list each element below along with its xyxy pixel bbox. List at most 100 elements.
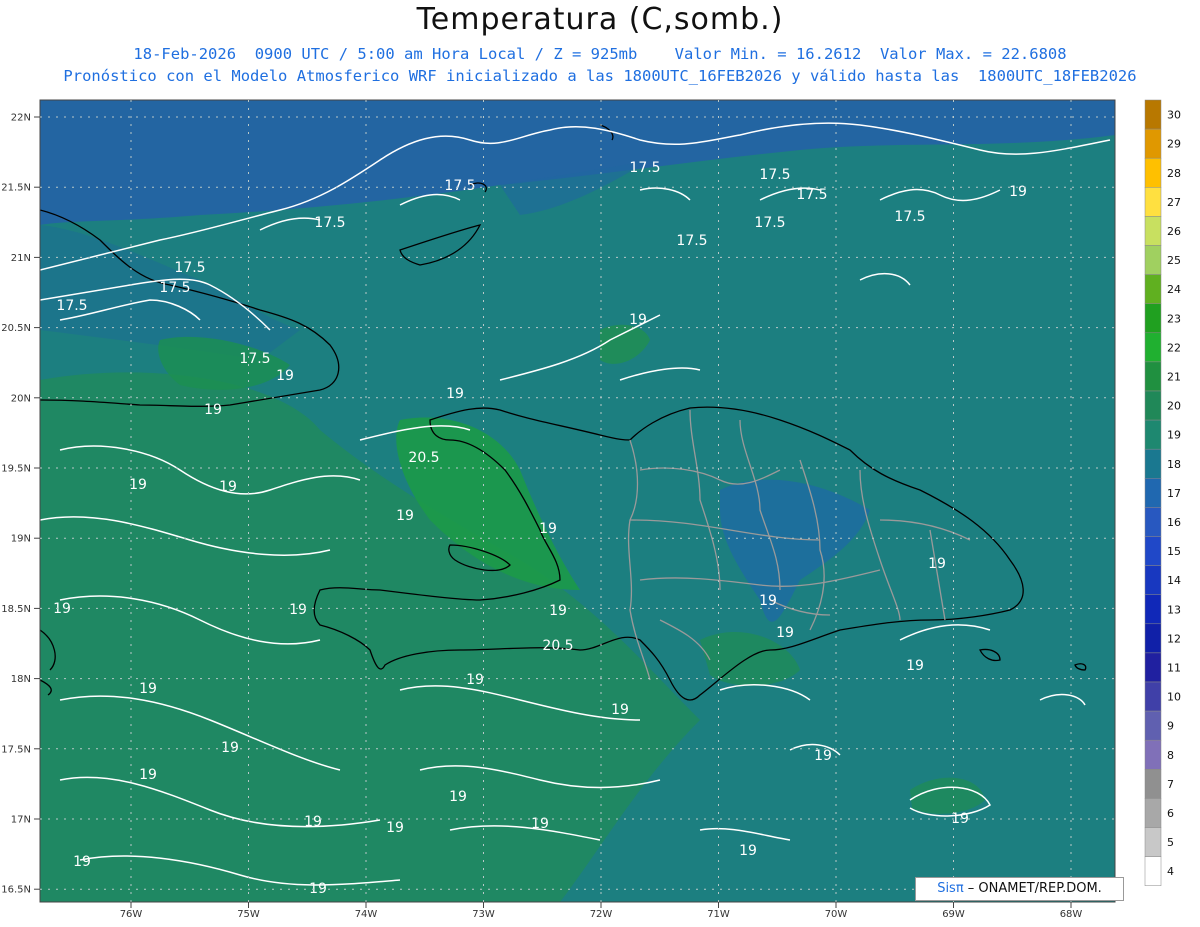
colorbar-swatch [1144,827,1162,857]
contour-label: 19 [814,748,832,764]
lon-tick-label: 69W [942,909,965,920]
lat-tick-label: 19N [11,534,31,545]
colorbar-swatch [1144,245,1162,275]
colorbar-label: 26 [1167,225,1181,238]
contour-label: 17.5 [894,209,925,225]
colorbar-swatch [1144,769,1162,799]
colorbar-label: 22 [1167,341,1181,354]
longitude-axis: 76W 75W 74W 73W 72W 71W 70W 69W 68W [120,902,1082,920]
colorbar-swatch [1144,681,1162,712]
contour-label: 19 [776,625,794,641]
contour-label: 19 [759,593,777,609]
colorbar-label: 16 [1167,516,1181,529]
colorbar-swatch [1144,739,1162,770]
contour-label: 17.5 [314,215,345,231]
lon-tick-label: 74W [355,909,378,920]
colorbar-label: 20 [1167,400,1181,413]
contour-label: 19 [129,477,147,493]
contour-label: 19 [304,814,322,830]
colorbar-swatch [1144,478,1162,508]
lat-tick-label: 21.5N [1,183,31,194]
contour-label: 19 [629,312,647,328]
lon-tick-label: 72W [590,909,613,920]
contour-label: 19 [531,816,549,832]
colorbar-swatch [1144,128,1162,159]
colorbar-label: 11 [1167,661,1181,674]
contour-label: 17.5 [444,178,475,194]
contour-label: 19 [549,603,567,619]
contour-label: 20.5 [542,638,573,654]
colorbar-label: 5 [1167,836,1174,849]
contour-label: 19 [611,702,629,718]
lat-tick-label: 20.5N [1,323,31,334]
subtitle-date-values: 18-Feb-2026 0900 UTC / 5:00 am Hora Loca… [133,45,1067,63]
map-title: Temperatura (C,somb.) [416,2,784,37]
colorbar-label: 8 [1167,749,1174,762]
colorbar-label: 18 [1167,458,1181,471]
colorbar-swatch [1144,798,1162,828]
sis-logo-text: Sisπ [937,881,964,896]
colorbar-swatch [1144,419,1162,450]
colorbar-swatch [1144,623,1162,654]
colorbar-swatch [1144,274,1162,304]
colorbar-label: 7 [1167,778,1174,791]
contour-label: 19 [906,658,924,674]
colorbar-swatch [1144,594,1162,625]
colorbar-swatch [1144,187,1162,217]
colorbar-label: 17 [1167,487,1181,500]
contour-label: 19 [1009,184,1027,200]
colorbar-swatch [1144,99,1162,130]
contour-label: 19 [928,556,946,572]
colorbar-swatch [1144,332,1162,363]
colorbar-label: 14 [1167,574,1181,587]
contour-label: 17.5 [159,280,190,296]
contour-label: 17.5 [174,260,205,276]
contour-label: 19 [309,881,327,897]
contour-label: 17.5 [796,187,827,203]
lat-tick-label: 18N [11,674,31,685]
contour-label: 19 [449,789,467,805]
lat-tick-label: 22N [11,113,31,124]
colorbar-label: 25 [1167,254,1181,267]
contour-label: 19 [139,767,157,783]
lon-tick-label: 75W [237,909,260,920]
colorbar-swatch [1144,157,1162,188]
colorbar-swatch [1144,710,1162,741]
lon-tick-label: 70W [825,909,848,920]
colorbar-label: 4 [1167,865,1174,878]
contour-label: 19 [739,843,757,859]
lat-tick-label: 19.5N [1,464,31,475]
lat-tick-label: 20N [11,393,31,404]
credit-text: – ONAMET/REP.DOM. [963,881,1102,896]
colorbar-label: 21 [1167,370,1181,383]
contour-label: 17.5 [239,351,270,367]
subtitle-model-info: Pronóstico con el Modelo Atmosferico WRF… [63,67,1137,85]
colorbar-swatch [1144,216,1162,246]
contour-label: 19 [139,681,157,697]
lon-tick-label: 76W [120,909,143,920]
colorbar-swatch [1144,303,1162,334]
colorbar-label: 10 [1167,691,1181,704]
colorbar-label: 28 [1167,167,1181,180]
colorbar-label: 15 [1167,545,1181,558]
colorbar-label: 29 [1167,138,1181,151]
colorbar: 30 29 28 27 26 25 24 23 22 21 20 19 18 17 16 15 14 13 12 11… [1144,99,1181,886]
latitude-axis: 22N 21.5N 21N 20.5N 20N 19.5N 19N 18.5N 18N 17.5N… [1,113,40,896]
lat-tick-label: 16.5N [1,885,31,896]
colorbar-swatch [1144,536,1162,566]
lon-tick-label: 73W [472,909,495,920]
colorbar-swatch [1144,390,1162,421]
contour-label: 19 [539,521,557,537]
lat-tick-label: 21N [11,253,31,264]
colorbar-label: 6 [1167,807,1174,820]
lat-tick-label: 17.5N [1,744,31,755]
temperature-map: 17.5 17.5 17.5 17.5 17.5 17.5 17.5 17.5 17.5 17.5… [1,99,1181,920]
contour-label: 19 [221,740,239,756]
contour-label: 17.5 [676,233,707,249]
colorbar-label: 24 [1167,283,1181,296]
contour-label: 17.5 [754,215,785,231]
colorbar-swatch [1144,856,1162,886]
contour-label: 19 [204,402,222,418]
contour-label: 19 [446,386,464,402]
contour-label: 19 [396,508,414,524]
